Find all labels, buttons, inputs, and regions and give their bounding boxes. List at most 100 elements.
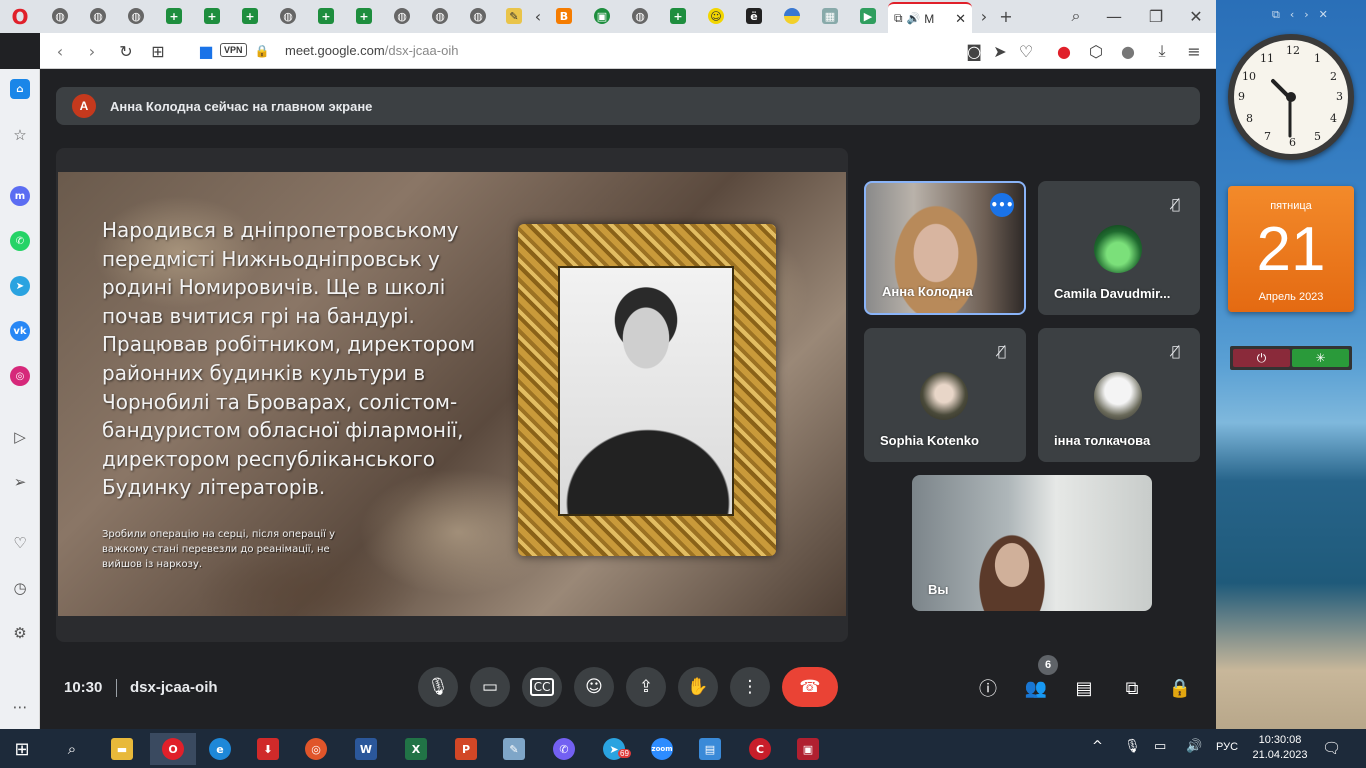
activities-button[interactable]: ⧉ <box>1117 673 1147 703</box>
search-button[interactable]: ⌕ <box>52 733 92 765</box>
tab[interactable]: + <box>232 4 268 28</box>
start-button[interactable]: ⊞ <box>2 733 42 765</box>
vpn-badge[interactable]: VPN <box>220 43 247 57</box>
tab[interactable]: ◍ <box>42 4 78 28</box>
history-icon[interactable]: ◷ <box>8 576 32 600</box>
tab[interactable]: ✎ <box>496 4 532 28</box>
reload-icon[interactable]: ↻ <box>114 39 138 63</box>
search-tabs-icon[interactable]: ⌕ <box>1062 4 1090 28</box>
self-view-tile[interactable]: Вы <box>912 475 1152 611</box>
more-options-icon[interactable]: ••• <box>990 193 1014 217</box>
easy-setup-icon[interactable]: ≡ <box>1182 39 1206 63</box>
taskbar-edge[interactable]: e <box>200 733 240 765</box>
taskbar-viber[interactable]: ✆ <box>544 733 584 765</box>
restore-window-icon[interactable]: ❐ <box>1142 4 1170 28</box>
calendar-gadget[interactable]: пятница 21 Апрель 2023 <box>1228 186 1354 312</box>
instagram-icon[interactable]: ◎ <box>8 364 32 388</box>
people-button[interactable]: 👥 <box>1021 673 1051 703</box>
participant-tile[interactable]: 🎙̸ Sophia Kotenko <box>864 328 1026 462</box>
close-window-icon[interactable]: ✕ <box>1182 4 1210 28</box>
taskbar-excel[interactable]: X <box>396 733 436 765</box>
vk-icon[interactable]: vk <box>8 319 32 343</box>
tab[interactable]: ▦ <box>812 4 848 28</box>
notifications-icon[interactable]: 🗨 <box>1322 739 1341 757</box>
back-icon[interactable]: ‹ <box>48 39 72 63</box>
tab[interactable]: + <box>660 4 696 28</box>
tab[interactable]: ё <box>736 4 772 28</box>
messenger-icon[interactable]: m <box>8 184 32 208</box>
more-options-button[interactable]: ⋮ <box>730 667 770 707</box>
url-field[interactable]: meet.google.com/dsx-jcaa-oih <box>285 43 458 58</box>
host-controls-button[interactable]: 🔒 <box>1165 673 1195 703</box>
tab[interactable]: ◍ <box>80 4 116 28</box>
show-hidden-icons[interactable]: ^ <box>1092 739 1103 754</box>
tab-grid-icon[interactable]: ⊞ <box>146 39 170 63</box>
tab[interactable]: ◍ <box>622 4 658 28</box>
end-call-button[interactable]: ☎ <box>782 667 838 707</box>
player-icon[interactable]: ▷ <box>8 425 32 449</box>
send-icon[interactable]: ➢ <box>8 470 32 494</box>
profile-icon[interactable]: ● <box>1116 39 1140 63</box>
opera-menu-icon[interactable]: O <box>0 0 40 33</box>
tab[interactable]: B <box>546 4 582 28</box>
tab[interactable]: + <box>194 4 230 28</box>
extensions-icon[interactable]: ⬡ <box>1084 39 1108 63</box>
taskbar-downloader[interactable]: ⬇ <box>248 733 288 765</box>
tab[interactable]: ☺ <box>698 4 734 28</box>
microphone-tray-icon[interactable]: 🎙 <box>1124 739 1141 754</box>
minimize-window-icon[interactable]: — <box>1100 4 1128 28</box>
lock-icon[interactable]: 🔒 <box>250 39 274 63</box>
heart-icon[interactable]: ♡ <box>8 531 32 555</box>
taskbar-explorer[interactable]: ▬ <box>102 733 142 765</box>
opera-icon[interactable]: ● <box>1052 39 1076 63</box>
tab[interactable]: ◍ <box>270 4 306 28</box>
settings-icon[interactable]: ⚙ <box>8 621 32 645</box>
tab[interactable]: ◍ <box>422 4 458 28</box>
tab[interactable] <box>774 4 810 28</box>
taskbar-zoom[interactable]: zoom <box>642 733 682 765</box>
camera-button[interactable]: ▭ <box>470 667 510 707</box>
scroll-tabs-right-icon[interactable]: › <box>976 4 992 28</box>
captions-button[interactable]: CC <box>522 667 562 707</box>
taskbar-telegram[interactable]: ➤ 69 <box>594 733 634 765</box>
telegram-icon[interactable]: ➤ <box>8 274 32 298</box>
taskbar-opera[interactable]: O <box>150 733 196 765</box>
tab[interactable]: + <box>346 4 382 28</box>
analog-clock-gadget[interactable]: 12 1 2 3 4 5 6 7 8 9 10 11 <box>1228 34 1354 160</box>
tab[interactable]: ◍ <box>118 4 154 28</box>
taskbar-app[interactable]: C <box>740 733 780 765</box>
tab[interactable]: + <box>156 4 192 28</box>
scroll-tabs-left-icon[interactable]: ‹ <box>530 4 546 28</box>
volume-icon[interactable]: 🔊 <box>1186 739 1202 754</box>
meeting-details-button[interactable]: ⓘ <box>973 673 1003 703</box>
heart-icon[interactable]: ♡ <box>1014 39 1038 63</box>
raise-hand-button[interactable]: ✋ <box>678 667 718 707</box>
input-language[interactable]: РУС <box>1216 741 1238 753</box>
camera-in-use-icon[interactable]: ■ <box>194 39 218 63</box>
taskbar-powerpoint[interactable]: P <box>446 733 486 765</box>
new-tab-icon[interactable]: + <box>992 4 1020 28</box>
taskbar-recorder[interactable]: ▣ <box>788 733 828 765</box>
system-clock[interactable]: 10:30:08 21.04.2023 <box>1252 733 1308 763</box>
snapshot-icon[interactable]: ◙ <box>962 39 986 63</box>
tab[interactable]: ▣ <box>584 4 620 28</box>
present-button[interactable]: ⇪ <box>626 667 666 707</box>
taskbar-paint[interactable]: ✎ <box>494 733 534 765</box>
tab[interactable]: ◍ <box>384 4 420 28</box>
microphone-button[interactable]: 🎙 <box>418 667 458 707</box>
tab[interactable]: ▶ <box>850 4 886 28</box>
sleep-icon[interactable]: ✳ <box>1292 349 1349 367</box>
taskbar-notes[interactable]: ▤ <box>690 733 730 765</box>
tab[interactable]: ◍ <box>460 4 496 28</box>
power-icon[interactable]: ⏻ <box>1233 349 1290 367</box>
home-icon[interactable]: ⌂ <box>8 77 32 101</box>
whatsapp-icon[interactable]: ✆ <box>8 229 32 253</box>
download-icon[interactable]: ⤓ <box>1150 39 1174 63</box>
participant-tile[interactable]: ••• Анна Колодна <box>864 181 1026 315</box>
taskbar-app[interactable]: ◎ <box>296 733 336 765</box>
more-icon[interactable]: ⋯ <box>8 695 32 719</box>
tab[interactable]: + <box>308 4 344 28</box>
star-icon[interactable]: ☆ <box>8 123 32 147</box>
participant-tile[interactable]: 🎙̸ інна толкачова <box>1038 328 1200 462</box>
participant-tile[interactable]: 🎙̸ Camila Davudmir... <box>1038 181 1200 315</box>
